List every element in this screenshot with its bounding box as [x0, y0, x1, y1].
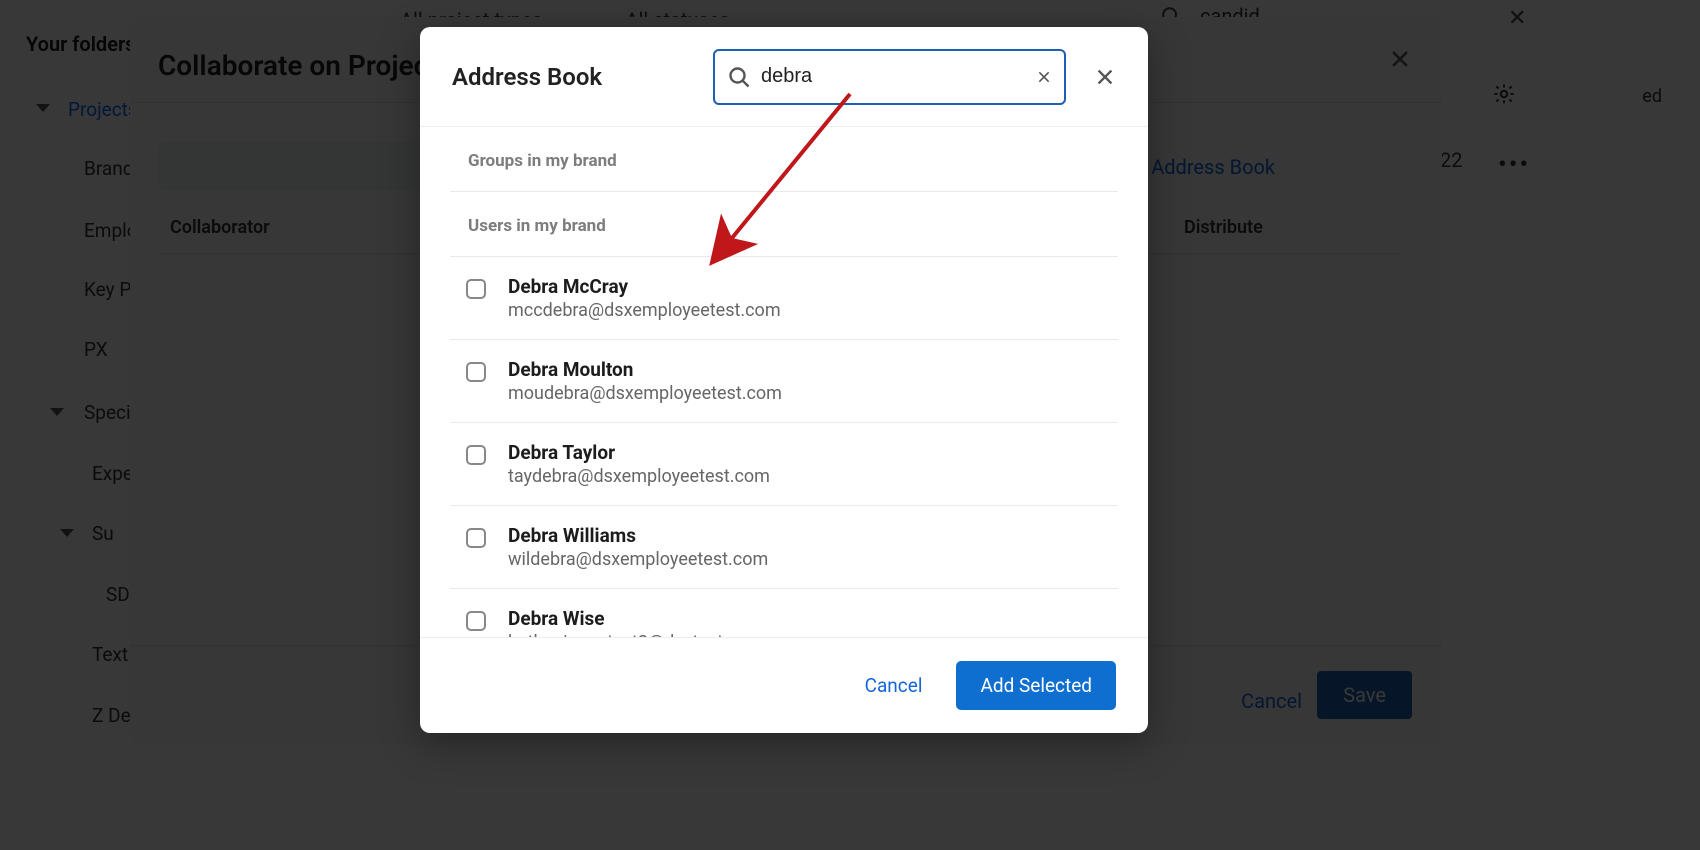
- user-name: Debra Taylor: [508, 441, 770, 464]
- clear-search-icon[interactable]: [1036, 69, 1052, 85]
- user-row[interactable]: Debra Moulton moudebra@dsxemployeetest.c…: [450, 340, 1118, 423]
- user-checkbox[interactable]: [466, 279, 486, 299]
- user-row[interactable]: Debra Williams wildebra@dsxemployeetest.…: [450, 506, 1118, 589]
- close-modal-icon[interactable]: [1094, 66, 1116, 88]
- address-book-modal: Address Book Groups in my brand Users in…: [420, 27, 1148, 733]
- results-scroll-area[interactable]: Groups in my brand Users in my brand Deb…: [420, 127, 1148, 637]
- user-email: wildebra@dsxemployeetest.com: [508, 549, 768, 570]
- cancel-button[interactable]: Cancel: [859, 664, 929, 707]
- user-name: Debra Wise: [508, 607, 763, 630]
- user-name: Debra McCray: [508, 275, 781, 298]
- user-checkbox[interactable]: [466, 362, 486, 382]
- user-row[interactable]: Debra Taylor taydebra@dsxemployeetest.co…: [450, 423, 1118, 506]
- address-book-search[interactable]: [713, 49, 1066, 105]
- user-row[interactable]: Debra Wise bethanieguptest2@dsxtest.com: [450, 589, 1118, 637]
- add-selected-button[interactable]: Add Selected: [956, 661, 1116, 710]
- modal-title: Address Book: [452, 63, 602, 91]
- user-checkbox[interactable]: [466, 445, 486, 465]
- user-name: Debra Williams: [508, 524, 768, 547]
- user-email: mccdebra@dsxemployeetest.com: [508, 300, 781, 321]
- user-checkbox[interactable]: [466, 528, 486, 548]
- section-groups-heading: Groups in my brand: [450, 127, 1118, 192]
- user-email: moudebra@dsxemployeetest.com: [508, 383, 782, 404]
- section-users-heading: Users in my brand: [450, 192, 1118, 257]
- user-name: Debra Moulton: [508, 358, 782, 381]
- user-email: taydebra@dsxemployeetest.com: [508, 466, 770, 487]
- search-icon: [727, 65, 751, 89]
- user-row[interactable]: Debra McCray mccdebra@dsxemployeetest.co…: [450, 257, 1118, 340]
- address-book-search-input[interactable]: [761, 65, 1026, 88]
- user-checkbox[interactable]: [466, 611, 486, 631]
